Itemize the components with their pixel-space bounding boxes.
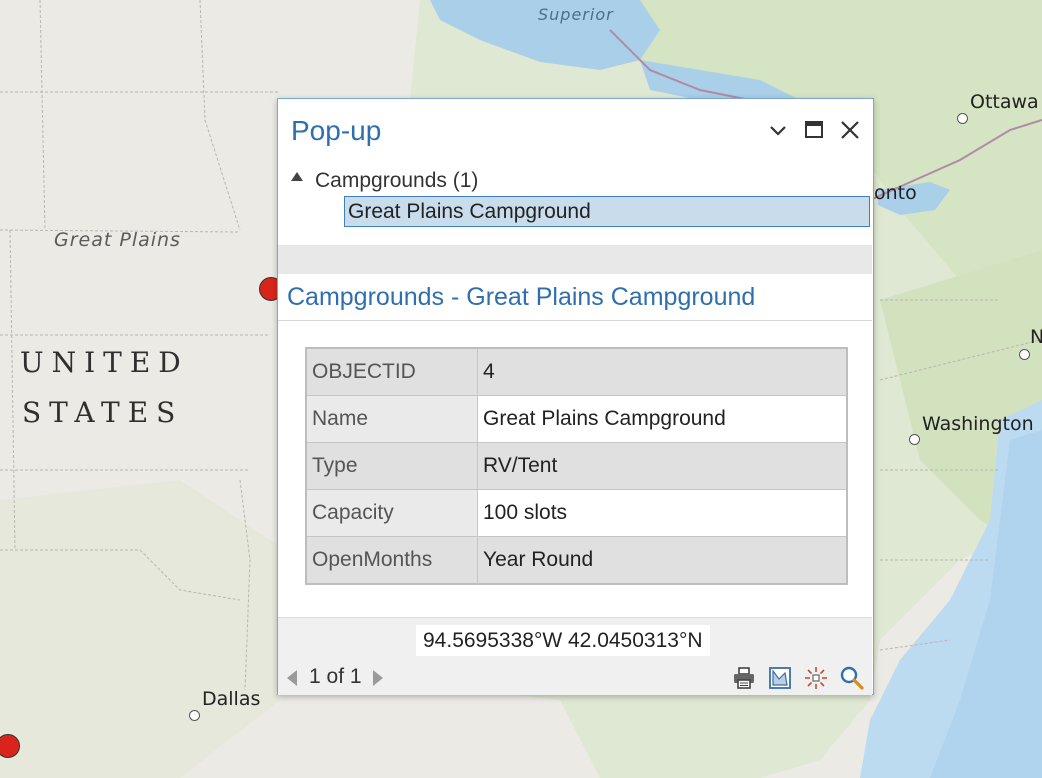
city-label-new-york: N [1030, 326, 1042, 348]
lake-superior-label: Superior [538, 5, 614, 24]
tree-feature-item[interactable]: Great Plains Campground [344, 196, 870, 227]
attribute-key: Capacity [305, 489, 478, 537]
region-label-great-plains: Great Plains [54, 229, 181, 251]
attribute-key: OpenMonths [305, 536, 478, 585]
table-row: Name Great Plains Campground [305, 395, 848, 443]
attribute-value: Year Round [477, 536, 848, 585]
attribute-value: Great Plains Campground [477, 395, 848, 443]
city-marker-dallas [189, 710, 200, 721]
city-label-toronto: onto [874, 182, 917, 204]
attribute-table: OBJECTID 4 Name Great Plains Campground … [305, 347, 848, 585]
divider-band [278, 245, 872, 274]
attribute-key: OBJECTID [305, 347, 478, 396]
attribute-key: Name [305, 395, 478, 443]
feature-detail-title: Campgrounds - Great Plains Campground [287, 283, 756, 311]
next-feature-icon[interactable] [373, 670, 383, 686]
city-marker-washington [909, 434, 920, 445]
attribute-value: 100 slots [477, 489, 848, 537]
search-icon[interactable] [839, 665, 865, 691]
table-row: OpenMonths Year Round [305, 536, 848, 585]
print-icon[interactable] [731, 665, 757, 691]
table-row: Type RV/Tent [305, 442, 848, 490]
divider [278, 320, 872, 321]
table-row: OBJECTID 4 [305, 347, 848, 396]
zoom-to-icon[interactable] [767, 665, 793, 691]
city-marker-new-york [1019, 349, 1030, 360]
flash-icon[interactable] [803, 665, 829, 691]
feature-counter: 1 of 1 [309, 665, 362, 688]
chevron-down-icon[interactable] [765, 117, 791, 143]
coordinates-readout: 94.5695338°W 42.0450313°N [416, 625, 710, 656]
city-label-ottawa: Ottawa [970, 91, 1039, 113]
previous-feature-icon[interactable] [287, 670, 297, 686]
city-marker-ottawa [957, 113, 968, 124]
city-label-washington: Washington [922, 413, 1034, 435]
close-icon[interactable] [837, 117, 863, 143]
country-label-line1: UNITED [20, 346, 189, 379]
popup-title: Pop-up [291, 115, 382, 146]
maximize-icon[interactable] [801, 117, 827, 143]
attribute-key: Type [305, 442, 478, 490]
attribute-value: 4 [477, 347, 848, 396]
table-row: Capacity 100 slots [305, 489, 848, 537]
city-label-dallas: Dallas [202, 688, 261, 710]
tree-group-label[interactable]: Campgrounds (1) [315, 169, 478, 193]
attribute-value: RV/Tent [477, 442, 848, 490]
country-label-line2: STATES [22, 396, 184, 429]
collapse-triangle-icon[interactable] [291, 172, 303, 181]
popup-window: Pop-up Campgrounds (1) Great Plains Camp… [277, 98, 874, 695]
